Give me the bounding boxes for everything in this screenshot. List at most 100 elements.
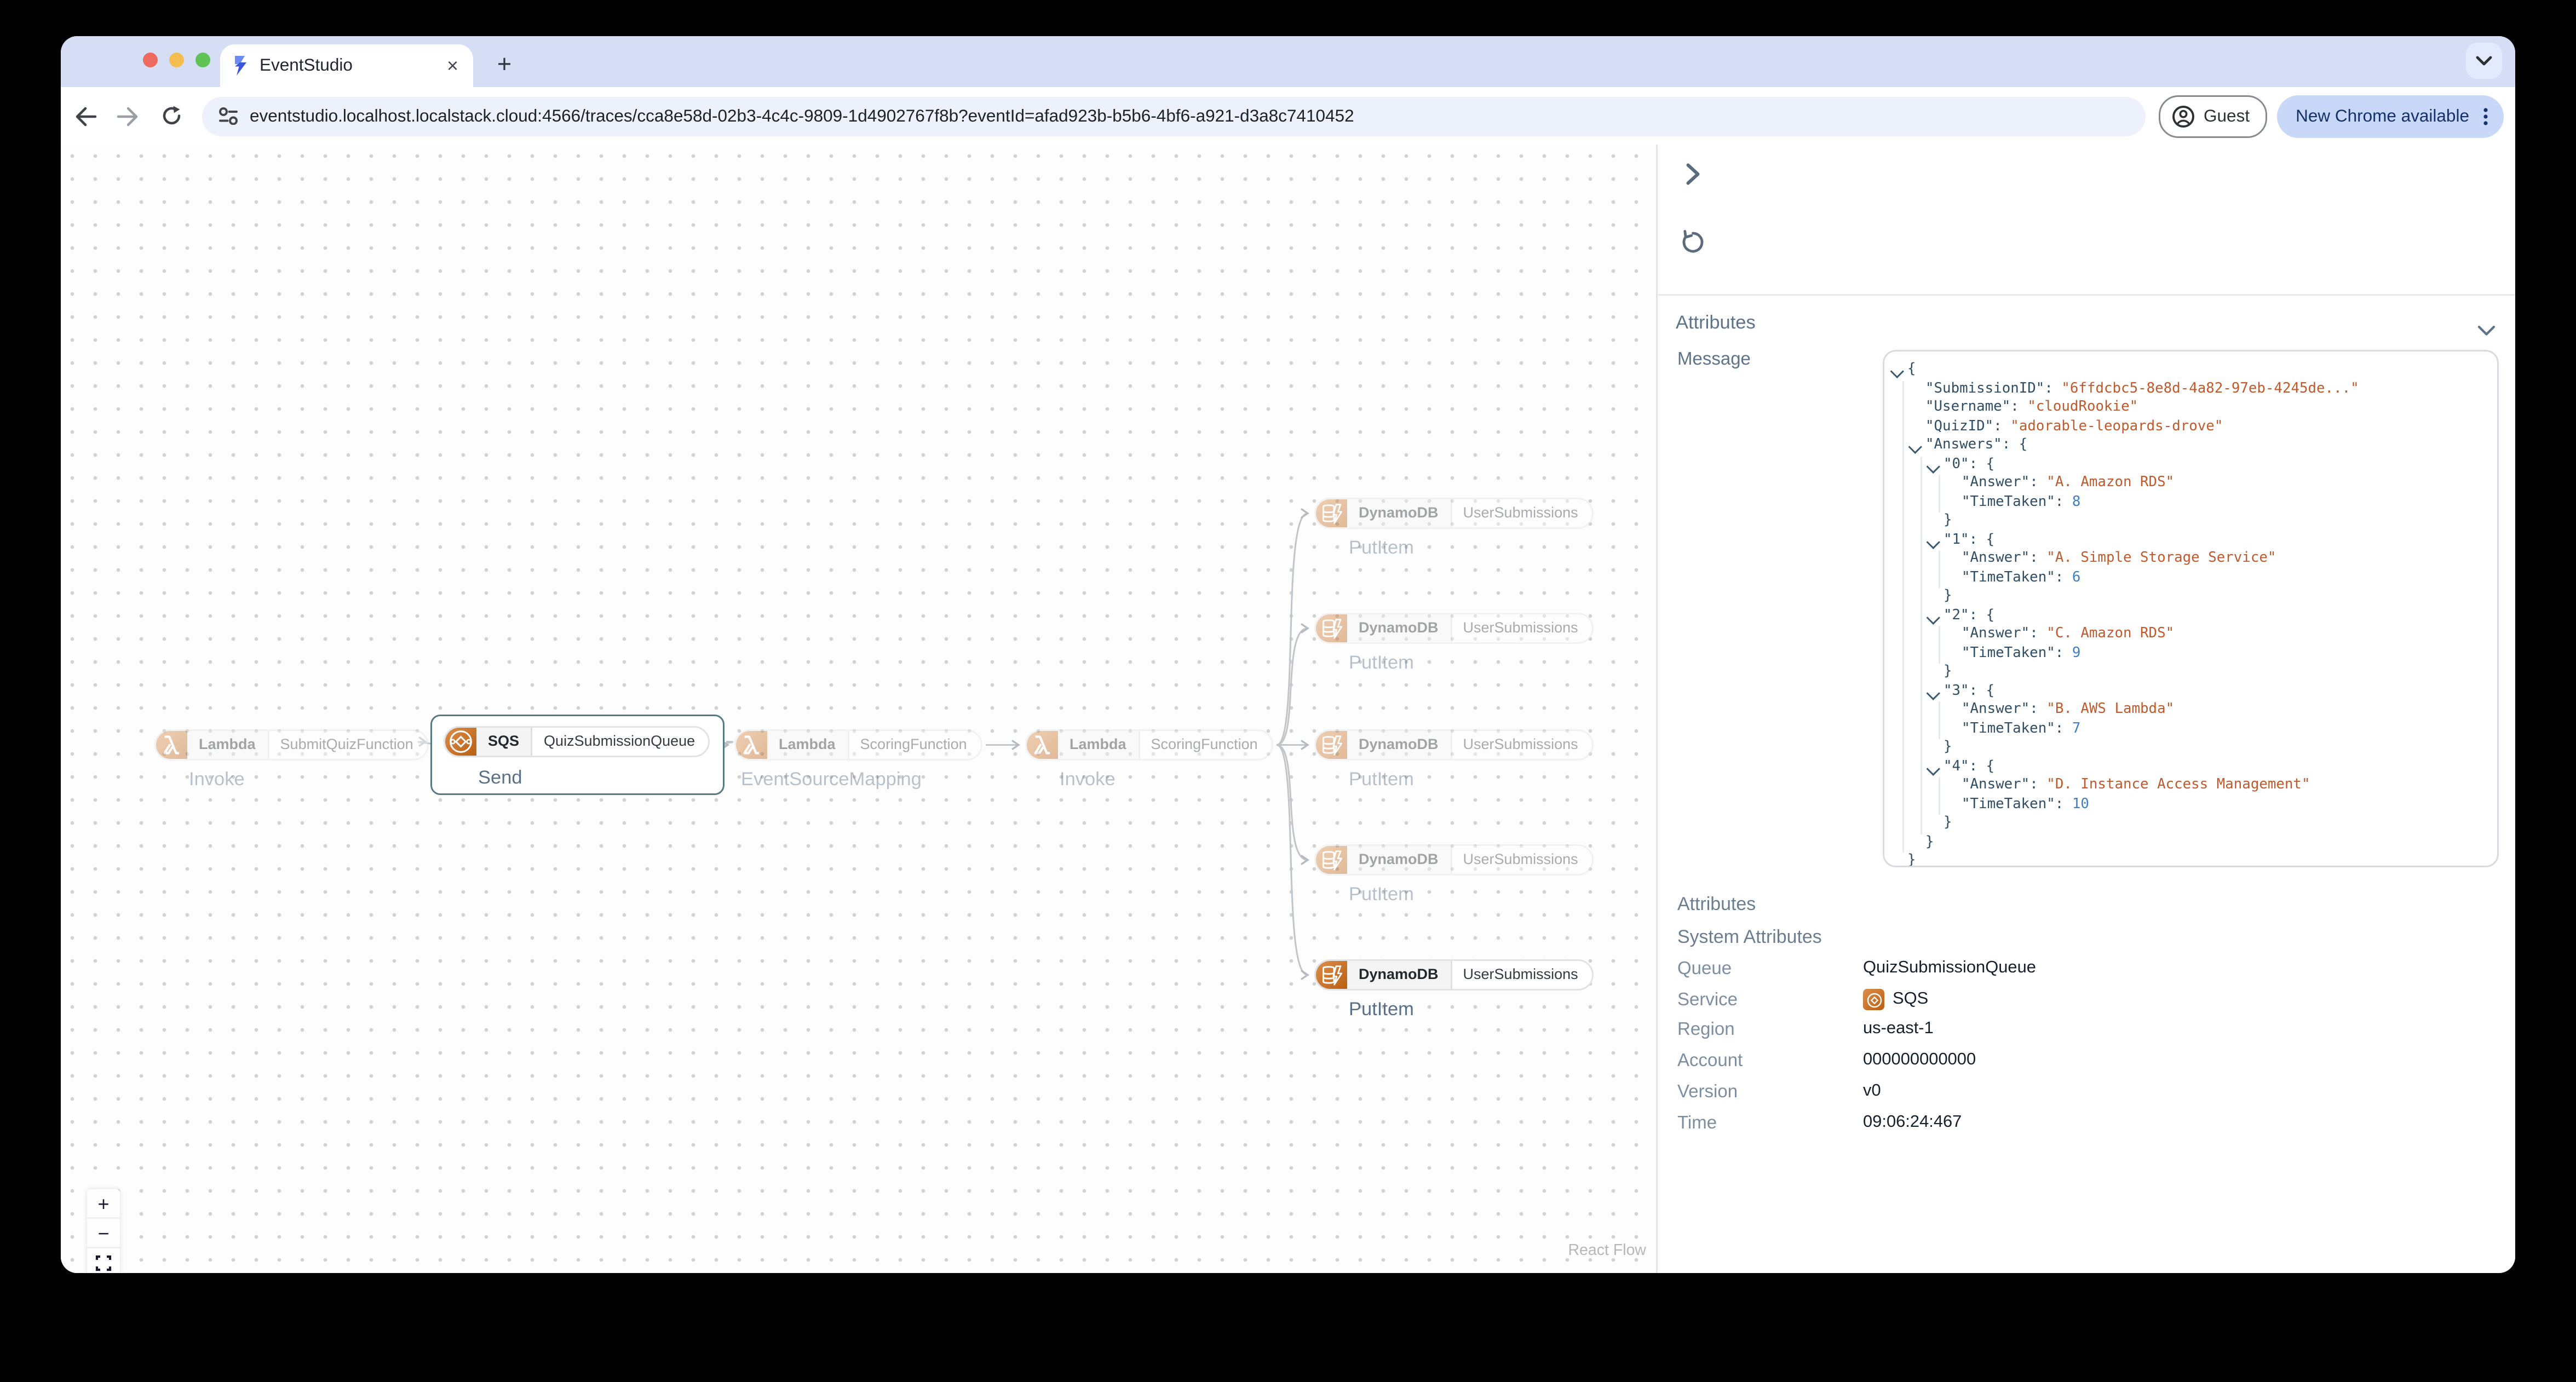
node-service-label: DynamoDB bbox=[1347, 499, 1450, 527]
flow-node-dynamodb-UserSubmissions[interactable]: DynamoDB UserSubmissions PutItem bbox=[1314, 498, 1593, 558]
address-bar[interactable]: eventstudio.localhost.localstack.cloud:4… bbox=[202, 96, 2147, 136]
node-pill[interactable]: DynamoDB UserSubmissions bbox=[1314, 844, 1593, 876]
indent-guide bbox=[1939, 626, 1940, 645]
collapse-chevron-icon[interactable] bbox=[1926, 459, 1939, 472]
collapse-panel-button[interactable] bbox=[1679, 161, 1705, 187]
zoom-in-button[interactable]: + bbox=[87, 1189, 120, 1219]
fit-view-icon bbox=[95, 1254, 112, 1270]
json-line: "Answer": "B. AWS Lambda" bbox=[1888, 701, 2491, 721]
json-line: } bbox=[1888, 588, 2491, 607]
flow-node-sqs-QuizSubmissionQueue[interactable]: SQS QuizSubmissionQueue Send bbox=[430, 715, 725, 795]
node-pill[interactable]: SQS QuizSubmissionQueue bbox=[444, 726, 710, 757]
flow-node-lambda-ScoringFunction[interactable]: Lambda ScoringFunction Invoke bbox=[1025, 729, 1273, 790]
tab-search-button[interactable] bbox=[2466, 43, 2502, 79]
indent-guide bbox=[1902, 380, 1904, 399]
flow-node-lambda-ScoringFunction[interactable]: Lambda ScoringFunction EventSourceMapping bbox=[734, 729, 982, 790]
flow-canvas[interactable]: Lambda SubmitQuizFunction Invoke SQS QuizSub… bbox=[61, 145, 1656, 1273]
node-operation-label: Send bbox=[478, 769, 522, 788]
update-label: New Chrome available bbox=[2296, 106, 2469, 126]
json-line[interactable]: "3": { bbox=[1888, 682, 2491, 701]
indent-guide bbox=[1921, 664, 1922, 683]
site-settings-icon[interactable] bbox=[219, 107, 238, 125]
dynamodb-icon bbox=[1316, 614, 1347, 642]
collapse-chevron-icon[interactable] bbox=[1890, 364, 1903, 377]
replay-button[interactable] bbox=[1679, 228, 1705, 255]
collapse-chevron-icon[interactable] bbox=[1926, 686, 1939, 699]
reload-button[interactable] bbox=[153, 98, 189, 134]
zoom-out-button[interactable]: − bbox=[87, 1219, 120, 1248]
node-resource-label: UserSubmissions bbox=[1450, 614, 1591, 642]
attributes-collapse-button[interactable] bbox=[2477, 315, 2496, 345]
indent-guide bbox=[1921, 739, 1922, 758]
close-tab-icon[interactable]: × bbox=[442, 54, 463, 77]
json-key: "Answer" bbox=[1962, 777, 2030, 793]
indent-guide bbox=[1902, 437, 1904, 456]
attributes-header[interactable]: Attributes bbox=[1676, 314, 1756, 333]
indent-guide bbox=[1902, 777, 1904, 796]
flow-node-dynamodb-UserSubmissions[interactable]: DynamoDB UserSubmissions PutItem bbox=[1314, 959, 1593, 1020]
json-line[interactable]: "1": { bbox=[1888, 531, 2491, 550]
forward-button[interactable] bbox=[110, 98, 146, 134]
close-window-button[interactable] bbox=[143, 53, 158, 68]
indent-guide bbox=[1902, 758, 1904, 777]
reactflow-attribution[interactable]: React Flow bbox=[1568, 1242, 1646, 1260]
json-key: "TimeTaken" bbox=[1962, 493, 2055, 510]
json-line[interactable]: "Answers": { bbox=[1888, 437, 2491, 456]
indent-guide bbox=[1902, 701, 1904, 721]
json-punctuation: : bbox=[2055, 720, 2072, 737]
url-text: eventstudio.localhost.localstack.cloud:4… bbox=[250, 106, 1354, 126]
maximize-window-button[interactable] bbox=[196, 53, 210, 68]
profile-button[interactable]: Guest bbox=[2159, 94, 2268, 137]
indent-guide bbox=[1902, 569, 1904, 588]
json-line: "Answer": "A. Simple Storage Service" bbox=[1888, 550, 2491, 569]
json-string-value: "6ffdcbc5-8e8d-4a82-97eb-4245de..." bbox=[2061, 380, 2359, 397]
collapse-chevron-icon[interactable] bbox=[1926, 610, 1939, 623]
collapse-chevron-icon[interactable] bbox=[1926, 761, 1939, 774]
node-service-label: Lambda bbox=[767, 731, 847, 759]
json-punctuation: : bbox=[2055, 493, 2072, 510]
json-punctuation: : bbox=[2055, 569, 2072, 586]
panel-section-divider bbox=[1658, 294, 2515, 296]
new-tab-button[interactable]: + bbox=[488, 48, 521, 80]
message-json-viewer[interactable]: {"SubmissionID": "6ffdcbc5-8e8d-4a82-97e… bbox=[1883, 350, 2499, 867]
json-string-value: "D. Instance Access Management" bbox=[2046, 777, 2310, 793]
node-pill[interactable]: DynamoDB UserSubmissions bbox=[1314, 613, 1593, 644]
json-punctuation: } bbox=[1944, 815, 1952, 831]
json-line[interactable]: { bbox=[1888, 361, 2491, 381]
chevron-down-icon bbox=[2476, 56, 2492, 66]
json-line[interactable]: "4": { bbox=[1888, 758, 2491, 777]
flow-node-dynamodb-UserSubmissions[interactable]: DynamoDB UserSubmissions PutItem bbox=[1314, 844, 1593, 905]
collapse-chevron-icon[interactable] bbox=[1926, 534, 1939, 548]
node-pill[interactable]: Lambda ScoringFunction bbox=[1025, 729, 1273, 761]
attribute-label: Time bbox=[1677, 1113, 1717, 1133]
fit-view-button[interactable] bbox=[87, 1248, 120, 1273]
node-pill[interactable]: Lambda ScoringFunction bbox=[734, 729, 982, 761]
tab-title: EventStudio bbox=[260, 56, 353, 76]
tab-eventstudio[interactable]: EventStudio × bbox=[220, 44, 473, 87]
json-line[interactable]: "2": { bbox=[1888, 607, 2491, 626]
json-key: "Answer" bbox=[1962, 475, 2030, 491]
node-service-label: SQS bbox=[476, 728, 531, 756]
indent-guide bbox=[1921, 682, 1922, 701]
flow-node-lambda-SubmitQuizFunction[interactable]: Lambda SubmitQuizFunction Invoke bbox=[154, 729, 428, 790]
json-punctuation: } bbox=[1944, 664, 1952, 680]
json-line[interactable]: "0": { bbox=[1888, 456, 2491, 475]
flow-node-dynamodb-UserSubmissions[interactable]: DynamoDB UserSubmissions PutItem bbox=[1314, 613, 1593, 673]
json-key: "Answer" bbox=[1962, 626, 2030, 642]
json-punctuation: : bbox=[2029, 626, 2047, 642]
kebab-menu-icon[interactable] bbox=[2474, 105, 2497, 128]
flow-node-dynamodb-UserSubmissions[interactable]: DynamoDB UserSubmissions PutItem bbox=[1314, 729, 1593, 790]
node-resource-label: ScoringFunction bbox=[847, 731, 980, 759]
collapse-chevron-icon[interactable] bbox=[1908, 440, 1921, 453]
node-pill[interactable]: DynamoDB UserSubmissions bbox=[1314, 729, 1593, 761]
node-resource-label: UserSubmissions bbox=[1450, 499, 1591, 527]
minimize-window-button[interactable] bbox=[169, 53, 184, 68]
back-button[interactable] bbox=[67, 98, 104, 134]
node-service-label: DynamoDB bbox=[1347, 846, 1450, 874]
attribute-label: Version bbox=[1677, 1081, 1738, 1102]
node-pill[interactable]: DynamoDB UserSubmissions bbox=[1314, 959, 1593, 991]
node-pill[interactable]: Lambda SubmitQuizFunction bbox=[154, 729, 428, 761]
node-pill[interactable]: DynamoDB UserSubmissions bbox=[1314, 498, 1593, 529]
chrome-update-button[interactable]: New Chrome available bbox=[2278, 94, 2504, 137]
json-key: "SubmissionID" bbox=[1925, 380, 2045, 397]
